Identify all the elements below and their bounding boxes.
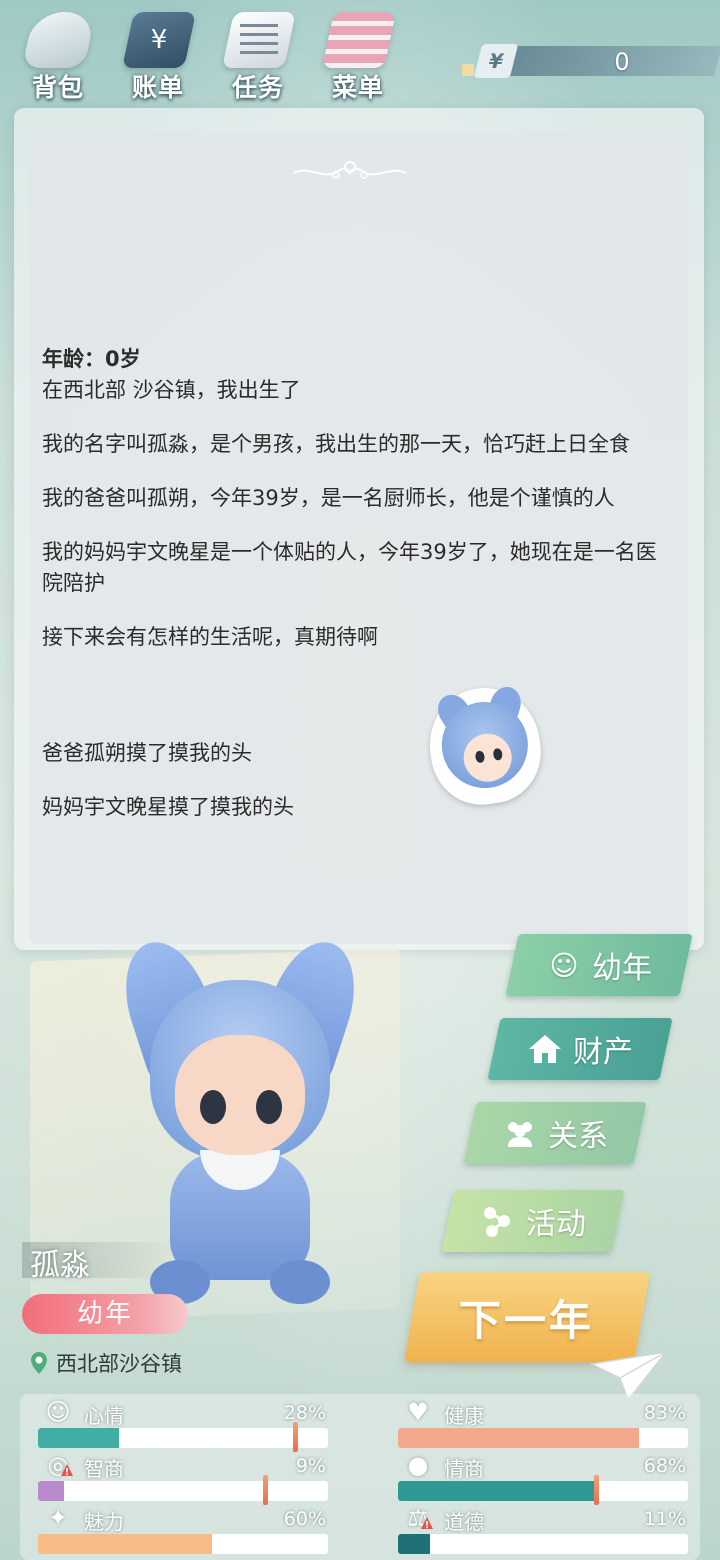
stat-bar-track	[398, 1534, 688, 1554]
activities-button-label: 活动	[526, 1207, 586, 1242]
stat-eq: ● 情商 68%	[398, 1449, 690, 1505]
coin-icon	[462, 64, 474, 76]
stat-bar-track	[38, 1534, 328, 1554]
stat-label: 健康	[444, 1404, 484, 1428]
money-value: 0	[614, 48, 630, 76]
ornament-divider-icon	[293, 161, 407, 179]
location-pin-icon	[31, 1352, 47, 1374]
story-paragraph: 接下来会有怎样的生活呢，真期待啊	[42, 625, 378, 649]
bag-button[interactable]: 背包	[14, 6, 104, 102]
warning-icon	[61, 1464, 73, 1476]
stat-bar-track	[38, 1428, 328, 1448]
story-paragraph: 我的爸爸叫孤朔，今年39岁，是一名厨师长，他是个谨慎的人	[42, 486, 615, 510]
house-icon	[529, 1035, 561, 1063]
task-button[interactable]: 任务	[214, 6, 304, 102]
life-stage-badge: 幼年	[22, 1294, 188, 1334]
location: 西北部沙谷镇	[30, 1346, 182, 1380]
stat-bar-fill	[398, 1481, 596, 1501]
bag-icon	[22, 12, 96, 68]
stat-label: 心情	[84, 1404, 124, 1428]
menu-label: 菜单	[332, 73, 385, 102]
bill-button[interactable]: ¥ 账单	[114, 6, 204, 102]
menu-button[interactable]: 菜单	[314, 6, 404, 102]
people-icon	[508, 1122, 532, 1147]
stat-bar-fill	[398, 1534, 430, 1554]
story-paragraph: 在西北部 沙谷镇，我出生了	[42, 378, 301, 402]
stat-marker	[293, 1422, 298, 1452]
stat-value: 11%	[643, 1508, 686, 1530]
assets-button[interactable]: 财产	[487, 1018, 673, 1080]
task-list-icon	[222, 12, 296, 68]
story-paragraph: 我的妈妈宇文晚星是一个体贴的人，今年39岁了，她现在是一名医院陪护	[42, 540, 657, 595]
activities-button[interactable]: 活动	[441, 1190, 625, 1252]
story-paragraph: 我的名字叫孤淼，是个男孩，我出生的那一天，恰巧赶上日全食	[42, 432, 630, 456]
stat-value: 28%	[283, 1402, 326, 1424]
relations-button[interactable]: 关系	[463, 1102, 647, 1164]
stat-marker	[263, 1475, 268, 1505]
stat-label: 魅力	[84, 1510, 124, 1534]
menu-icon	[322, 12, 396, 68]
molecule-icon	[484, 1207, 510, 1237]
assets-button-label: 财产	[573, 1035, 633, 1070]
bill-icon: ¥	[122, 12, 196, 68]
age-line: 年龄：0岁	[42, 347, 141, 371]
stat-marker	[594, 1475, 599, 1505]
bag-label: 背包	[32, 73, 85, 102]
stat-bar-track	[38, 1481, 328, 1501]
stat-iq: ◎ 智商 9%	[38, 1449, 330, 1505]
sparkle-icon: ✦	[47, 1504, 69, 1532]
stat-bar-track	[398, 1481, 688, 1501]
baby-face-icon: ☺	[549, 948, 579, 982]
task-label: 任务	[232, 73, 285, 102]
stat-label: 情商	[444, 1457, 484, 1481]
stat-bar-fill	[38, 1428, 120, 1448]
story-paragraph: 妈妈宇文晚星摸了摸我的头	[42, 795, 294, 819]
stat-bar-fill	[398, 1428, 639, 1448]
stat-mood: ☺ 心情 28%	[38, 1396, 330, 1452]
stat-value: 60%	[283, 1508, 326, 1530]
stat-value: 83%	[643, 1402, 686, 1424]
life-stage-button[interactable]: ☺ 幼年	[505, 934, 693, 996]
top-bar: 背包 ¥ 账单 任务 菜单 ¥ 0	[0, 0, 720, 105]
character-name-box: 孤淼	[22, 1238, 182, 1283]
life-stage-button-label: 幼年	[592, 951, 652, 986]
stat-value: 68%	[643, 1455, 686, 1477]
story-text: 年龄：0岁 在西北部 沙谷镇，我出生了 我的名字叫孤淼，是个男孩，我出生的那一天…	[42, 344, 672, 823]
next-year-label: 下一年	[459, 1295, 595, 1345]
stat-charm: ✦ 魅力 60%	[38, 1502, 330, 1556]
stat-bar-fill	[38, 1481, 65, 1501]
stat-label: 智商	[84, 1457, 124, 1481]
money-display: ¥ 0	[462, 44, 720, 78]
smiley-face-icon: ☺	[45, 1398, 71, 1426]
character-name: 孤淼	[30, 1248, 90, 1283]
bill-label: 账单	[132, 73, 185, 102]
stat-morality: ⚖ 道德 11%	[398, 1502, 690, 1556]
warning-icon	[421, 1517, 433, 1529]
stat-bar-fill	[38, 1534, 212, 1554]
location-text: 西北部沙谷镇	[56, 1352, 182, 1376]
stat-label: 道德	[444, 1510, 484, 1534]
stat-value: 9%	[295, 1455, 326, 1477]
story-paragraph: 爸爸孤朔摸了摸我的头	[42, 741, 252, 765]
stat-bar-track	[398, 1428, 688, 1448]
relations-button-label: 关系	[548, 1119, 608, 1154]
stat-health: ♥ 健康 83%	[398, 1396, 690, 1450]
apple-icon: ●	[407, 1451, 429, 1479]
heart-icon: ♥	[407, 1398, 429, 1426]
